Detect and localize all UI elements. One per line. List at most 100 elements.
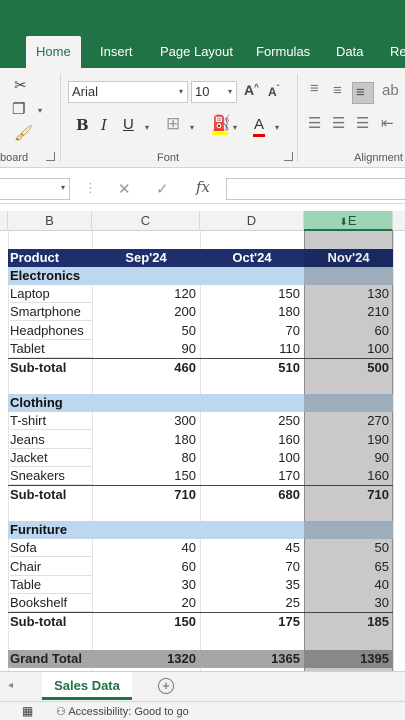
table-cell[interactable]: Sub-total: [10, 613, 92, 631]
borders-icon[interactable]: ⊞: [166, 114, 180, 134]
table-cell[interactable]: 70: [200, 558, 304, 576]
table-cell[interactable]: 150: [200, 285, 304, 303]
table-cell[interactable]: Jeans: [10, 431, 92, 449]
add-sheet-button[interactable]: +: [158, 678, 174, 694]
table-cell[interactable]: 20: [92, 594, 200, 612]
borders-dropdown-icon[interactable]: ▾: [190, 123, 194, 132]
table-cell[interactable]: 120: [92, 285, 200, 303]
table-cell[interactable]: T-shirt: [10, 412, 92, 431]
table-cell[interactable]: [200, 630, 304, 648]
table-cell[interactable]: [92, 503, 200, 521]
table-cell[interactable]: 50: [304, 539, 393, 557]
macro-recording-icon[interactable]: ▦: [22, 704, 33, 718]
table-header-cell[interactable]: Nov'24: [304, 249, 393, 267]
table-cell[interactable]: [92, 267, 200, 285]
table-cell[interactable]: 710: [304, 486, 393, 504]
table-cell[interactable]: 1365: [200, 650, 304, 668]
tab-data[interactable]: Data: [336, 36, 363, 68]
table-cell[interactable]: 65: [304, 558, 393, 576]
table-cell[interactable]: Sub-total: [10, 486, 92, 504]
table-cell[interactable]: Electronics: [10, 267, 92, 285]
table-cell[interactable]: 80: [92, 449, 200, 467]
italic-button[interactable]: I: [101, 116, 107, 134]
table-cell[interactable]: Jacket: [10, 449, 92, 467]
orientation-icon[interactable]: ab: [382, 82, 399, 99]
column-header-c[interactable]: C: [92, 211, 200, 231]
tab-formulas[interactable]: Formulas: [256, 36, 310, 68]
table-cell[interactable]: [10, 630, 92, 648]
underline-dropdown-icon[interactable]: ▾: [145, 123, 149, 132]
align-center-icon[interactable]: ☰: [332, 114, 345, 132]
table-cell[interactable]: 150: [92, 613, 200, 631]
table-cell[interactable]: 270: [304, 412, 393, 430]
worksheet-grid[interactable]: Product Sep'24 Oct'24 Nov'24 Electronics Lapt…: [0, 231, 405, 671]
grow-font-icon[interactable]: A^: [244, 82, 259, 98]
bold-button[interactable]: B: [76, 116, 89, 134]
table-cell[interactable]: [304, 376, 393, 394]
table-cell[interactable]: 210: [304, 303, 393, 321]
align-middle-icon[interactable]: ≡: [333, 82, 342, 99]
table-cell[interactable]: 180: [200, 303, 304, 321]
table-cell[interactable]: Tablet: [10, 340, 92, 358]
table-cell[interactable]: 40: [304, 576, 393, 594]
tab-review[interactable]: Re: [390, 36, 405, 68]
align-left-icon[interactable]: ☰: [308, 114, 321, 132]
table-cell[interactable]: 130: [304, 285, 393, 303]
table-cell[interactable]: 30: [92, 576, 200, 594]
table-cell[interactable]: 180: [92, 431, 200, 449]
table-header-cell[interactable]: Sep'24: [92, 249, 200, 267]
copy-dropdown-icon[interactable]: ▾: [38, 106, 42, 115]
table-cell[interactable]: 100: [304, 340, 393, 358]
table-cell[interactable]: [304, 630, 393, 648]
table-cell[interactable]: Grand Total: [10, 650, 92, 668]
confirm-entry-icon[interactable]: ✓: [156, 180, 169, 198]
table-cell[interactable]: Headphones: [10, 322, 92, 340]
tab-insert[interactable]: Insert: [100, 36, 133, 68]
table-cell[interactable]: 100: [200, 449, 304, 467]
font-color-icon[interactable]: A: [254, 116, 264, 133]
fill-color-dropdown-icon[interactable]: ▾: [233, 123, 237, 132]
font-launcher-icon[interactable]: [284, 152, 293, 161]
table-cell[interactable]: [200, 503, 304, 521]
table-cell[interactable]: 710: [92, 486, 200, 504]
table-cell[interactable]: 160: [200, 431, 304, 449]
accessibility-status[interactable]: ⚇ Accessibility: Good to go: [56, 705, 189, 718]
table-cell[interactable]: 200: [92, 303, 200, 321]
table-cell[interactable]: 60: [92, 558, 200, 576]
table-cell[interactable]: Sneakers: [10, 467, 92, 485]
cancel-entry-icon[interactable]: ✕: [118, 180, 131, 198]
table-cell[interactable]: [200, 376, 304, 394]
align-top-icon[interactable]: ≡: [310, 80, 319, 97]
table-cell[interactable]: Sofa: [10, 539, 92, 558]
table-cell[interactable]: [200, 521, 304, 539]
indent-icon[interactable]: ⇤: [381, 114, 394, 132]
table-cell[interactable]: [304, 503, 393, 521]
table-cell[interactable]: [92, 521, 200, 539]
table-cell[interactable]: Clothing: [10, 394, 92, 412]
table-cell[interactable]: Smartphone: [10, 303, 92, 322]
name-box[interactable]: ▾: [0, 178, 70, 200]
table-cell[interactable]: [304, 521, 393, 540]
tab-home[interactable]: Home: [26, 36, 81, 68]
table-cell[interactable]: 1320: [92, 650, 200, 668]
copy-icon[interactable]: ❐: [12, 100, 25, 118]
table-cell[interactable]: Bookshelf: [10, 594, 92, 612]
table-cell[interactable]: 170: [200, 467, 304, 485]
font-size-box[interactable]: 10 ▾: [191, 81, 237, 103]
column-header-a[interactable]: [0, 211, 8, 231]
table-cell[interactable]: Laptop: [10, 285, 92, 304]
table-cell[interactable]: 110: [200, 340, 304, 358]
tab-page-layout[interactable]: Page Layout: [160, 36, 233, 68]
table-cell[interactable]: Furniture: [10, 521, 92, 539]
shrink-font-icon[interactable]: Aˇ: [268, 84, 279, 99]
table-cell[interactable]: [304, 394, 393, 413]
sheet-tab-sales-data[interactable]: Sales Data: [42, 672, 132, 700]
align-right-icon[interactable]: ☰: [356, 114, 369, 132]
format-painter-icon[interactable]: 🖌: [14, 124, 33, 142]
table-cell[interactable]: 35: [200, 576, 304, 594]
table-cell[interactable]: Sub-total: [10, 359, 92, 377]
table-cell[interactable]: 40: [92, 539, 200, 557]
table-cell[interactable]: [92, 394, 200, 412]
table-cell[interactable]: [10, 376, 92, 394]
table-cell[interactable]: [200, 267, 304, 285]
